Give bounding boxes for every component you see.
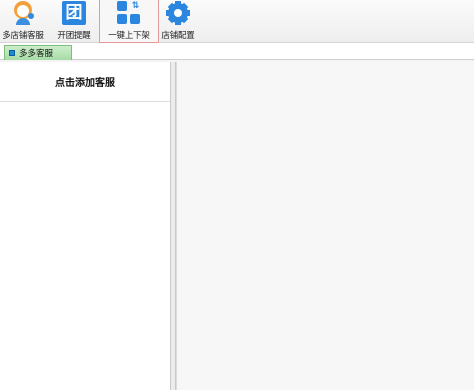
toolbar-label: 多店铺客服 xyxy=(2,31,44,41)
multi-store-service-button[interactable]: 多店铺客服 xyxy=(1,0,45,43)
group-tuan-icon: 团 xyxy=(62,1,86,25)
add-service-label: 点击添加客服 xyxy=(55,78,115,89)
apps-updown-icon: ⇅ xyxy=(117,1,141,25)
gear-icon xyxy=(166,1,190,25)
one-click-listing-button[interactable]: ⇅ 一键上下架 xyxy=(99,0,159,43)
toolbar-label: 一键上下架 xyxy=(108,31,150,41)
tab-label: 多多客服 xyxy=(19,49,54,59)
service-list-panel: 点击添加客服 xyxy=(0,62,171,390)
window-icon xyxy=(9,50,15,56)
customer-service-icon xyxy=(11,1,35,25)
content-panel xyxy=(176,62,474,390)
add-service-button[interactable]: 点击添加客服 xyxy=(0,62,170,102)
app-window: 多店铺客服 团 开团提醒 ⇅ 一键上下架 店铺配置 多多客服 点击添加客服 xyxy=(0,0,474,390)
store-settings-button[interactable]: 店铺配置 xyxy=(160,0,196,43)
group-reminder-button[interactable]: 团 开团提醒 xyxy=(55,0,93,43)
toolbar-label: 店铺配置 xyxy=(161,31,195,41)
toolbar: 多店铺客服 团 开团提醒 ⇅ 一键上下架 店铺配置 xyxy=(0,0,474,43)
toolbar-label: 开团提醒 xyxy=(57,31,91,41)
tab-strip: 多多客服 xyxy=(0,43,474,60)
tab-duoduo-service[interactable]: 多多客服 xyxy=(4,45,72,60)
